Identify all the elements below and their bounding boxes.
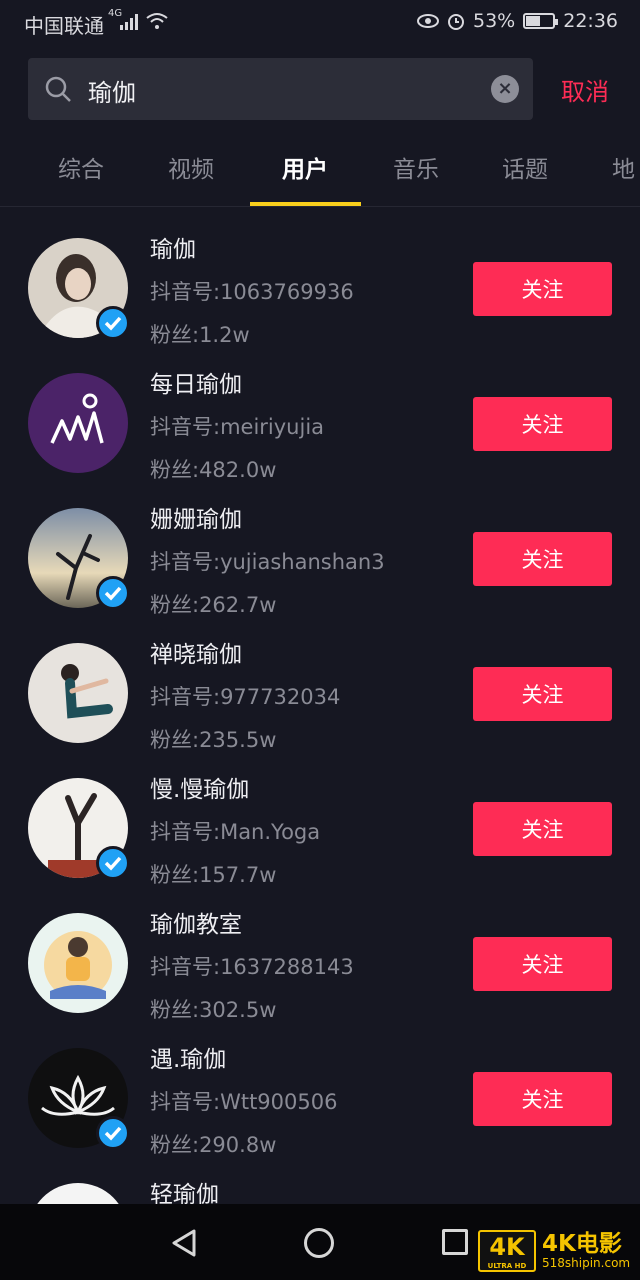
user-name: 禅晓瑜伽 — [150, 642, 242, 668]
tab-music[interactable]: 音乐 — [393, 150, 439, 184]
tab-videos[interactable]: 视频 — [168, 150, 214, 184]
follower-count: 粉丝:290.8w — [150, 1133, 277, 1157]
list-item[interactable]: 轻瑜伽 — [0, 1171, 640, 1204]
clear-icon[interactable]: × — [491, 75, 519, 103]
eye-icon — [417, 14, 439, 28]
user-id: 抖音号:yujiashanshan3 — [150, 550, 385, 574]
follow-button[interactable]: 关注 — [473, 397, 612, 451]
status-right: 53% 22:36 — [417, 10, 618, 32]
follow-button[interactable]: 关注 — [473, 532, 612, 586]
list-item[interactable]: 瑜伽教室 抖音号:1637288143 粉丝:302.5w 关注 — [0, 901, 640, 1036]
avatar[interactable] — [28, 913, 128, 1013]
search-tabs: 综合 视频 用户 音乐 话题 地 — [0, 150, 640, 206]
battery-percent: 53% — [473, 10, 516, 32]
user-name: 慢.慢瑜伽 — [150, 777, 250, 803]
tab-topics[interactable]: 话题 — [502, 150, 548, 184]
follower-count: 粉丝:482.0w — [150, 458, 277, 482]
clock: 22:36 — [563, 10, 618, 32]
back-icon[interactable] — [170, 1228, 198, 1258]
list-item[interactable]: 每日瑜伽 抖音号:meiriyujia 粉丝:482.0w 关注 — [0, 361, 640, 496]
follow-button[interactable]: 关注 — [473, 262, 612, 316]
signal-icon — [120, 14, 138, 30]
watermark-badge: 4K ULTRA HD — [478, 1230, 536, 1272]
follow-button[interactable]: 关注 — [473, 937, 612, 991]
list-item[interactable]: 姗姗瑜伽 抖音号:yujiashanshan3 粉丝:262.7w 关注 — [0, 496, 640, 631]
user-id: 抖音号:Man.Yoga — [150, 820, 321, 844]
recent-apps-icon[interactable] — [442, 1229, 468, 1255]
tab-general[interactable]: 综合 — [58, 150, 104, 184]
wifi-icon — [146, 13, 168, 29]
divider — [0, 206, 640, 207]
tab-places[interactable]: 地 — [612, 150, 635, 184]
user-id: 抖音号:Wtt900506 — [150, 1090, 338, 1114]
avatar[interactable] — [28, 1183, 128, 1204]
list-item[interactable]: 慢.慢瑜伽 抖音号:Man.Yoga 粉丝:157.7w 关注 — [0, 766, 640, 901]
verified-icon — [96, 306, 130, 340]
avatar[interactable] — [28, 373, 128, 473]
cancel-button[interactable]: 取消 — [561, 72, 609, 107]
follower-count: 粉丝:262.7w — [150, 593, 277, 617]
search-bar[interactable]: × — [28, 58, 533, 120]
user-name: 瑜伽 — [150, 237, 196, 263]
user-name: 每日瑜伽 — [150, 372, 242, 398]
follower-count: 粉丝:157.7w — [150, 863, 277, 887]
tab-users[interactable]: 用户 — [282, 150, 328, 184]
user-name: 姗姗瑜伽 — [150, 507, 242, 533]
verified-icon — [96, 576, 130, 610]
search-icon — [45, 76, 71, 102]
user-id: 抖音号:meiriyujia — [150, 415, 325, 439]
list-item[interactable]: 遇.瑜伽 抖音号:Wtt900506 粉丝:290.8w 关注 — [0, 1036, 640, 1171]
follow-button[interactable]: 关注 — [473, 802, 612, 856]
status-bar: 中国联通 4G 53% 22:36 — [0, 0, 640, 44]
user-id: 抖音号:1063769936 — [150, 280, 354, 304]
follow-button[interactable]: 关注 — [473, 1072, 612, 1126]
follower-count: 粉丝:1.2w — [150, 323, 250, 347]
home-icon[interactable] — [304, 1228, 334, 1258]
user-name: 轻瑜伽 — [150, 1182, 219, 1204]
search-input[interactable] — [86, 66, 490, 114]
user-name: 遇.瑜伽 — [150, 1047, 227, 1073]
alarm-icon — [448, 14, 464, 30]
follower-count: 粉丝:235.5w — [150, 728, 277, 752]
user-id: 抖音号:977732034 — [150, 685, 341, 709]
verified-icon — [96, 1116, 130, 1150]
user-id: 抖音号:1637288143 — [150, 955, 354, 979]
carrier-name: 中国联通 — [24, 14, 104, 38]
watermark: 4K ULTRA HD 4K电影 518shipin.com — [478, 1230, 630, 1272]
follow-button[interactable]: 关注 — [473, 667, 612, 721]
watermark-label: 4K电影 518shipin.com — [542, 1231, 631, 1270]
follower-count: 粉丝:302.5w — [150, 998, 277, 1022]
verified-icon — [96, 846, 130, 880]
user-name: 瑜伽教室 — [150, 912, 242, 938]
list-item[interactable]: 瑜伽 抖音号:1063769936 粉丝:1.2w 关注 — [0, 226, 640, 361]
avatar[interactable] — [28, 643, 128, 743]
battery-icon — [523, 13, 559, 29]
list-item[interactable]: 禅晓瑜伽 抖音号:977732034 粉丝:235.5w 关注 — [0, 631, 640, 766]
